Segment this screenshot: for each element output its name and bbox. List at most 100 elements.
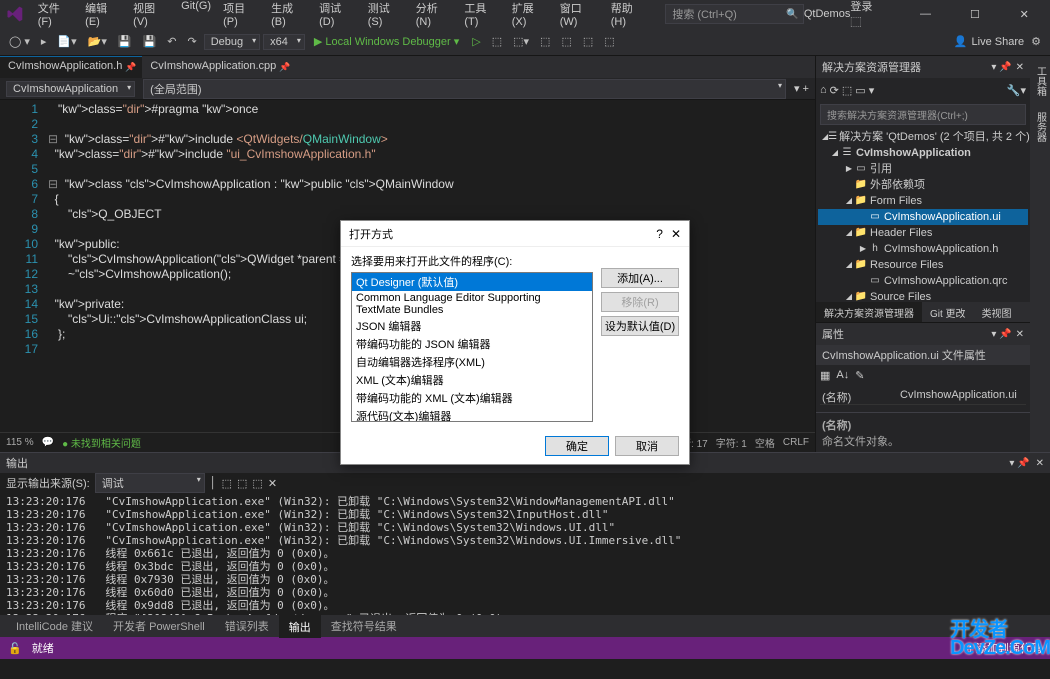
tool-tab[interactable]: 查找符号结果 (321, 615, 407, 637)
document-tab[interactable]: CvImshowApplication.cpp📌 (142, 56, 296, 78)
fwd-button[interactable]: ▸ (37, 33, 51, 50)
menu-item[interactable]: 分析(N) (410, 0, 459, 32)
nav-scope-dropdown[interactable]: CvImshowApplication (6, 81, 135, 97)
editor-list-item[interactable]: JSON 编辑器 (352, 317, 592, 335)
pin-icon[interactable]: 📌 (125, 62, 136, 73)
saveall-button[interactable]: 💾 (139, 33, 161, 50)
save-button[interactable]: 💾 (114, 33, 136, 50)
tree-row[interactable]: 📁外部依赖项 (818, 177, 1028, 193)
toolbar-icon[interactable]: ⬚▾ (509, 33, 533, 50)
solution-search-input[interactable]: 搜索解决方案资源管理器(Ctrl+;) (820, 104, 1026, 125)
platform-dropdown[interactable]: x64 (263, 34, 305, 50)
tree-row[interactable]: ◢📁Header Files (818, 225, 1028, 241)
tree-row[interactable]: ◢📁Resource Files (818, 257, 1028, 273)
panel-close-icon[interactable]: ✕ (1036, 458, 1044, 469)
add-button[interactable]: 添加(A)... (601, 268, 679, 288)
pin-icon[interactable]: ▾ 📌 (991, 329, 1011, 340)
redo-button[interactable]: ↷ (183, 33, 200, 50)
tree-row[interactable]: ▭CvImshowApplication.qrc (818, 273, 1028, 289)
status-addsc[interactable]: ↑ 添加到源代码 (967, 640, 1042, 656)
editor-listbox[interactable]: Qt Designer (默认值)Common Language Editor … (351, 272, 593, 422)
eol-indicator[interactable]: CRLF (783, 437, 809, 448)
tool-tab[interactable]: IntelliCode 建议 (6, 615, 103, 637)
editor-list-item[interactable]: Common Language Editor Supporting TextMa… (352, 291, 592, 317)
menu-item[interactable]: Git(G) (175, 0, 217, 32)
tree-row[interactable]: ▶hCvImshowApplication.h (818, 241, 1028, 257)
toolbar-icon[interactable]: ⬚ (488, 33, 506, 50)
sln-wrench-icon[interactable]: 🔧▾ (1007, 84, 1026, 97)
editor-list-item[interactable]: 自动编辑器选择程序(XML) (352, 353, 592, 371)
toolbar-icon[interactable]: ⬚ (536, 33, 554, 50)
pin-icon[interactable]: 📌 (279, 62, 290, 73)
menu-item[interactable]: 视图(V) (127, 0, 175, 32)
start-debug-button[interactable]: ▶ Local Windows Debugger ▾ (308, 34, 465, 49)
maximize-button[interactable]: ☐ (955, 1, 994, 27)
out-tb-icon[interactable]: ⬚ (237, 477, 247, 490)
set-default-button[interactable]: 设为默认值(D) (601, 316, 679, 336)
output-source-dropdown[interactable]: 调试 (95, 473, 205, 493)
panel-tab[interactable]: 解决方案资源管理器 (816, 302, 922, 323)
vtab-toolbox[interactable]: 工具箱 (1031, 60, 1050, 102)
out-tb-icon[interactable]: ⬚ (222, 477, 232, 490)
sln-tb-icon[interactable]: ▾ (869, 84, 875, 97)
out-tb-icon[interactable]: ✕ (268, 477, 277, 490)
editor-list-item[interactable]: 带编码功能的 JSON 编辑器 (352, 335, 592, 353)
panel-close-icon[interactable]: ✕ (1016, 62, 1024, 73)
chat-icon[interactable]: 💬 (42, 437, 54, 448)
new-item-button[interactable]: 📄▾ (53, 33, 80, 50)
toolbar-icon[interactable]: ⬚ (557, 33, 575, 50)
run-without-debug-button[interactable]: ▷ (468, 33, 484, 50)
out-tb-icon[interactable]: ⬚ (252, 477, 262, 490)
sln-tb-icon[interactable]: ⬚ (842, 84, 852, 97)
panel-close-icon[interactable]: ✕ (1016, 329, 1024, 340)
pin-icon[interactable]: ▾ 📌 (991, 62, 1011, 73)
tree-row[interactable]: ▭CvImshowApplication.ui (818, 209, 1028, 225)
tool-tab[interactable]: 开发者 PowerShell (103, 615, 215, 637)
open-button[interactable]: 📂▾ (84, 33, 111, 50)
menu-item[interactable]: 帮助(H) (605, 0, 654, 32)
notifications-icon[interactable]: ⚙ (1027, 33, 1045, 50)
char-indicator[interactable]: 字符: 1 (716, 435, 747, 450)
toolbar-icon[interactable]: ⬚ (600, 33, 618, 50)
sln-tb-icon[interactable]: ⟳ (830, 84, 839, 97)
sort-icon[interactable]: A↓ (836, 369, 849, 381)
cancel-button[interactable]: 取消 (615, 436, 679, 456)
tool-tab[interactable]: 错误列表 (215, 615, 279, 637)
liveshare-button[interactable]: 👤 Live Share (954, 35, 1024, 48)
solution-tree[interactable]: ◢☰解决方案 'QtDemos' (2 个项目, 共 2 个) ◢☰CvImsh… (816, 127, 1030, 302)
indent-indicator[interactable]: 空格 (755, 435, 775, 450)
zoom-level[interactable]: 115 % (6, 437, 34, 448)
menu-item[interactable]: 扩展(X) (506, 0, 554, 32)
tool-tab[interactable]: 输出 (279, 615, 321, 638)
sln-tb-icon[interactable]: ▭ (855, 84, 865, 97)
menu-item[interactable]: 测试(S) (362, 0, 410, 32)
pin-icon[interactable]: ▾ 📌 (1009, 458, 1029, 469)
tree-row[interactable]: ◢☰CvImshowApplication (818, 145, 1028, 161)
back-button[interactable]: ◯ ▾ (5, 33, 34, 50)
menu-item[interactable]: 编辑(E) (79, 0, 127, 32)
minimize-button[interactable]: — (906, 1, 945, 27)
close-button[interactable]: ✕ (1005, 1, 1044, 27)
login-button[interactable]: 登录 ㅤ⬚ (850, 0, 895, 30)
tree-row[interactable]: ▶▭引用 (818, 161, 1028, 177)
panel-tab[interactable]: Git 更改 (922, 302, 974, 323)
global-search-input[interactable]: 搜索 (Ctrl+Q) (665, 4, 804, 24)
solution-root[interactable]: ◢☰解决方案 'QtDemos' (2 个项目, 共 2 个) (818, 129, 1028, 145)
menu-item[interactable]: 项目(P) (217, 0, 265, 32)
editor-list-item[interactable]: XML (文本)编辑器 (352, 371, 592, 389)
tree-row[interactable]: ◢📁Form Files (818, 193, 1028, 209)
output-text[interactable]: 13:23:20:176 "CvImshowApplication.exe" (… (0, 493, 1050, 615)
sln-home-icon[interactable]: ⌂ (820, 84, 827, 96)
vtab-server[interactable]: 服务器 (1031, 106, 1050, 148)
undo-button[interactable]: ↶ (163, 33, 180, 50)
prop-tool-icon[interactable]: ✎ (855, 369, 864, 382)
nav-split-icon[interactable]: ▾ + (794, 82, 809, 95)
nav-member-dropdown[interactable]: (全局范围) (143, 79, 786, 99)
dialog-close-button[interactable]: ✕ (671, 227, 681, 241)
out-tb-icon[interactable]: │ (210, 477, 217, 489)
editor-list-item[interactable]: Qt Designer (默认值) (352, 273, 592, 291)
menu-item[interactable]: 文件(F) (32, 0, 79, 32)
dialog-help-button[interactable]: ? (656, 227, 663, 241)
toolbar-icon[interactable]: ⬚ (579, 33, 597, 50)
panel-tab[interactable]: 类视图 (974, 302, 1020, 323)
